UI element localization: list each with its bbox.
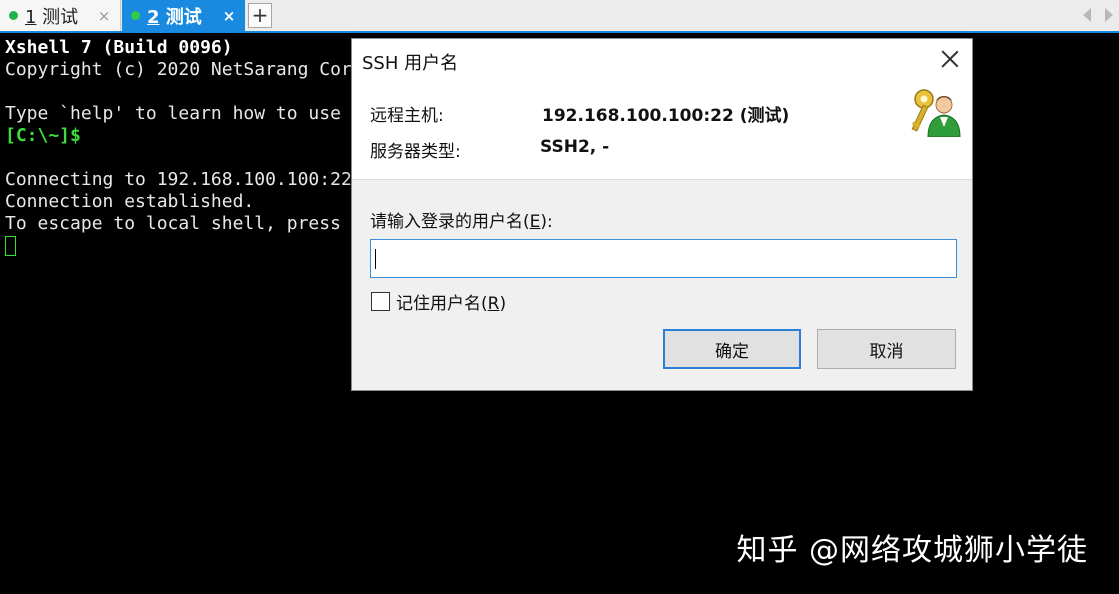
tab-label: 1 测试: [25, 6, 79, 28]
terminal-cursor: [5, 236, 16, 256]
username-input[interactable]: [370, 239, 957, 278]
ssh-username-dialog: SSH 用户名 远程主机: 192.168.100.100:22 (测试) 服务…: [351, 38, 973, 391]
tab-close-icon[interactable]: ×: [219, 7, 239, 25]
dialog-header-panel: SSH 用户名 远程主机: 192.168.100.100:22 (测试) 服务…: [352, 39, 972, 180]
text-caret: [375, 249, 376, 269]
remember-username-label[interactable]: 记住用户名(R): [396, 289, 506, 314]
terminal-line: Type `help' to learn how to use: [5, 103, 341, 124]
dialog-title: SSH 用户名: [362, 53, 459, 74]
tab-session-2[interactable]: 2 测试 ×: [122, 0, 245, 31]
connected-status-icon: [131, 11, 140, 20]
cancel-button[interactable]: 取消: [817, 329, 956, 369]
watermark: 知乎 @网络攻城狮小学徒: [736, 533, 1088, 568]
ok-button[interactable]: 确定: [663, 329, 801, 369]
tab-scroll-arrows: [1083, 8, 1113, 22]
terminal-line: Copyright (c) 2020 NetSarang Cor: [5, 59, 352, 80]
user-key-icon: [911, 89, 961, 137]
terminal-line: Connection established.: [5, 191, 255, 212]
tab-bar: 1 测试 × 2 测试 × +: [0, 0, 1119, 33]
new-tab-button[interactable]: +: [248, 3, 272, 28]
remember-username-checkbox[interactable]: [371, 292, 390, 311]
terminal-prompt: [C:\~]$: [5, 125, 81, 146]
connected-status-icon: [9, 11, 18, 20]
remote-host-value: 192.168.100.100:22 (测试): [542, 106, 790, 126]
terminal-line: Xshell 7 (Build 0096): [5, 37, 233, 58]
scroll-left-icon[interactable]: [1083, 8, 1091, 22]
terminal-line: To escape to local shell, press: [5, 213, 341, 234]
terminal-line: Connecting to 192.168.100.100:22: [5, 169, 352, 190]
remember-username-checkbox-row[interactable]: 记住用户名(R): [371, 289, 506, 314]
username-prompt-label: 请输入登录的用户名(E):: [370, 212, 553, 232]
dialog-close-icon[interactable]: [940, 49, 960, 69]
server-type-label: 服务器类型:: [370, 142, 461, 162]
tab-session-1[interactable]: 1 测试 ×: [0, 0, 121, 31]
remote-host-label: 远程主机:: [370, 106, 444, 126]
scroll-right-icon[interactable]: [1105, 8, 1113, 22]
tab-close-icon[interactable]: ×: [94, 7, 114, 25]
tab-label: 2 测试: [147, 6, 202, 28]
server-type-value: SSH2, -: [540, 137, 610, 157]
